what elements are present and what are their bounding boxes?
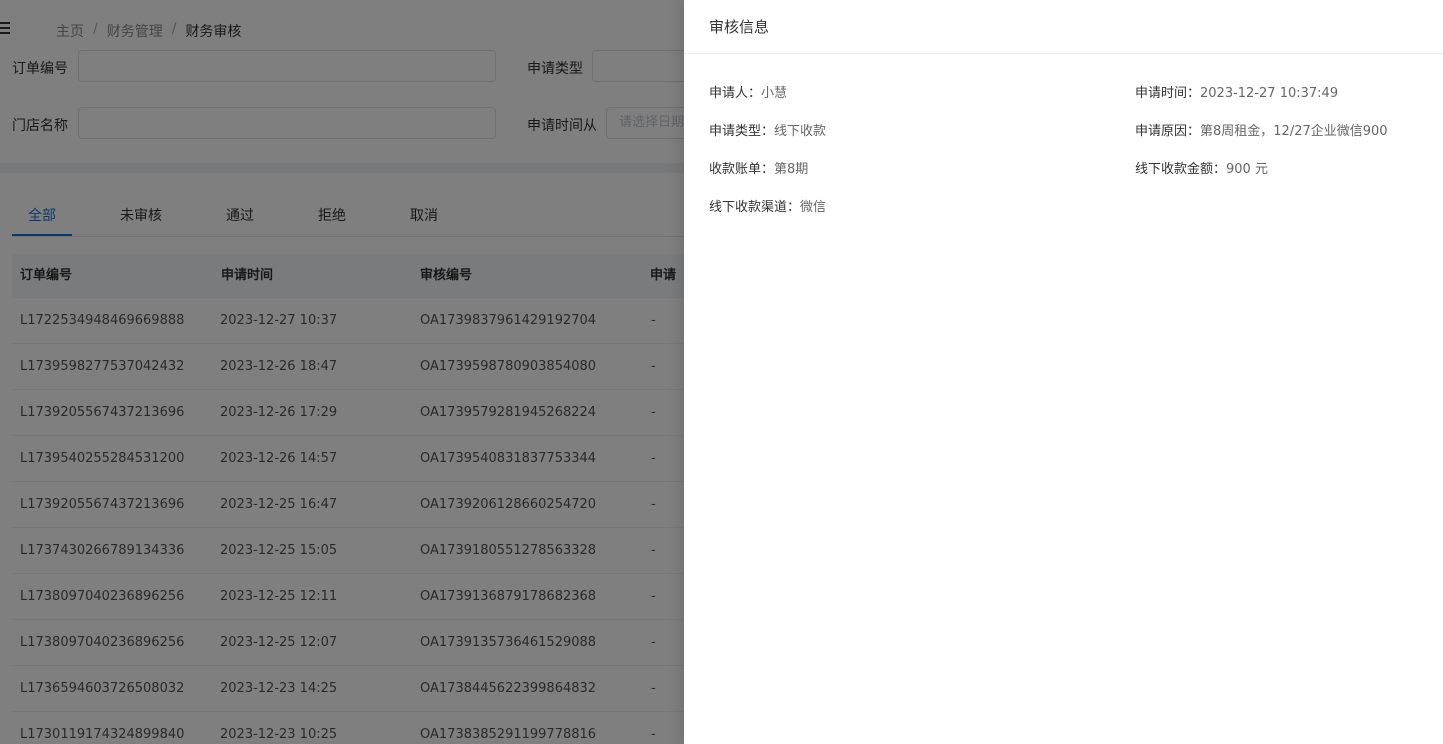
amount-field: 线下收款金额：900 元 <box>1135 158 1268 177</box>
amount-label: 线下收款金额： <box>1135 162 1227 177</box>
bill-field: 收款账单：第8期 <box>709 158 808 177</box>
apply-type-field: 申请类型：线下收款 <box>709 120 826 139</box>
apply-reason-value: 第8周租金，12/27企业微信900 <box>1200 124 1388 139</box>
bill-label: 收款账单： <box>709 162 775 177</box>
amount-value: 900 元 <box>1226 162 1268 177</box>
applicant-value: 小慧 <box>761 86 788 101</box>
apply-time-label: 申请时间： <box>1135 86 1201 101</box>
drawer-title: 审核信息 <box>684 0 1443 54</box>
apply-time-field: 申请时间：2023-12-27 10:37:49 <box>1135 82 1338 101</box>
apply-reason-label: 申请原因： <box>1135 124 1201 139</box>
apply-time-value: 2023-12-27 10:37:49 <box>1200 86 1339 101</box>
applicant-label: 申请人： <box>709 86 762 101</box>
audit-info-drawer: 审核信息 申请人：小慧 申请时间：2023-12-27 10:37:49 申请类… <box>684 0 1443 744</box>
channel-value: 微信 <box>800 200 827 215</box>
applicant-field: 申请人：小慧 <box>709 82 787 101</box>
apply-type-label: 申请类型： <box>709 124 775 139</box>
apply-type-value: 线下收款 <box>774 124 827 139</box>
bill-value: 第8期 <box>774 162 809 177</box>
channel-label: 线下收款渠道： <box>709 200 801 215</box>
apply-reason-field: 申请原因：第8周租金，12/27企业微信900 <box>1135 120 1388 139</box>
channel-field: 线下收款渠道：微信 <box>709 196 826 215</box>
